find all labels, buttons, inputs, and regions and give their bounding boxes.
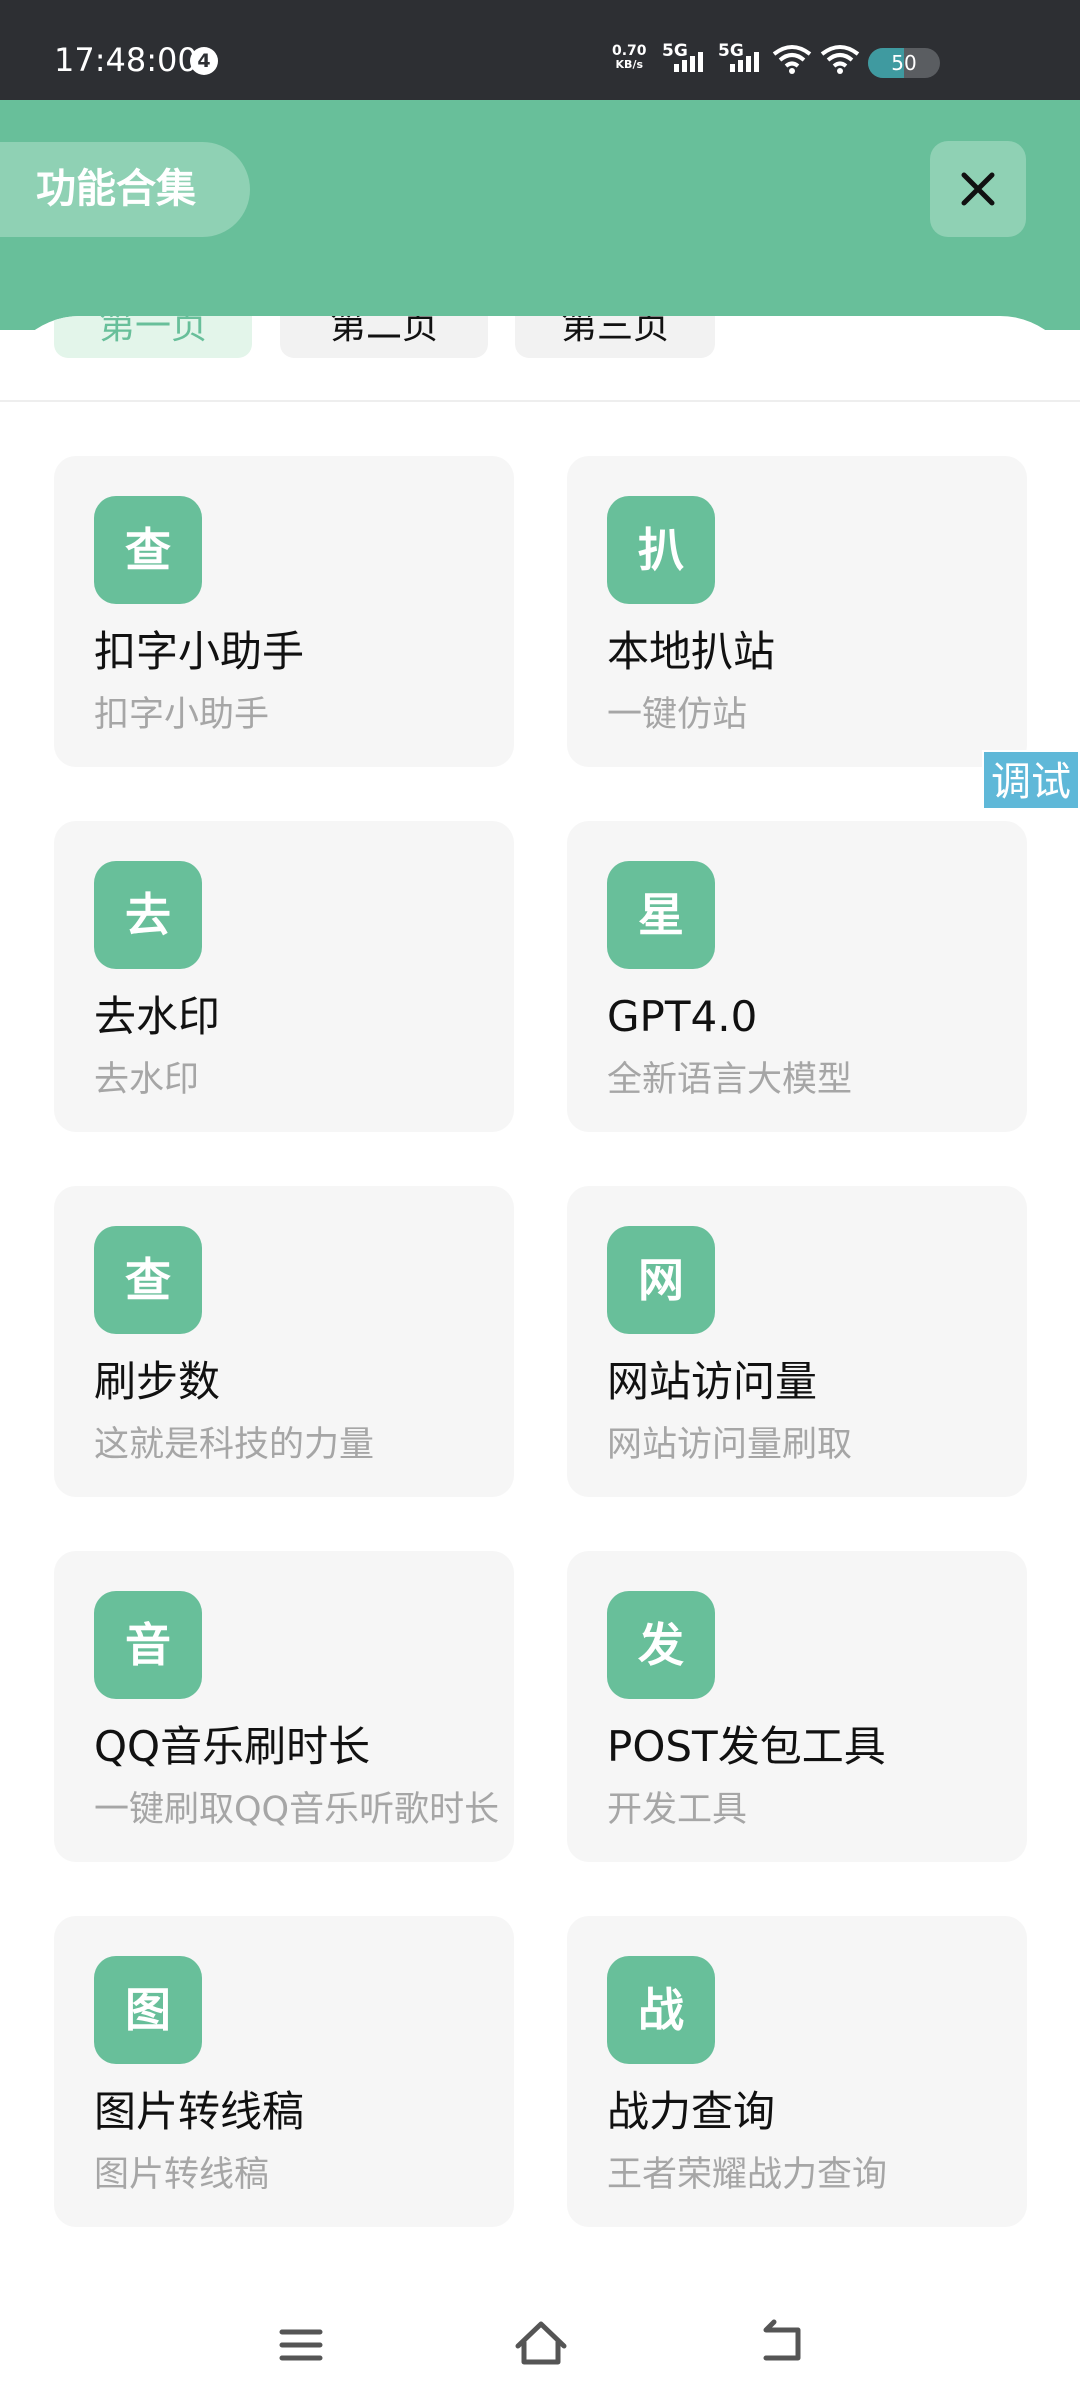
feature-card[interactable]: 查扣字小助手 扣字小助手 [54, 456, 514, 767]
notification-badge: 4 [190, 47, 218, 75]
system-nav-bar [0, 2290, 1080, 2408]
feature-icon: 战 [607, 1956, 715, 2064]
feature-title: 刷步数 [94, 1357, 221, 1406]
status-bar: 17:48:00 4 0.70 KB/s 5G 5G 50 [0, 0, 1080, 100]
feature-icon: 查 [94, 496, 202, 604]
debug-button[interactable]: 调试 [982, 750, 1080, 810]
feature-icon: 图 [94, 1956, 202, 2064]
feature-card[interactable]: 扒本地扒站 一键仿站 [567, 456, 1027, 767]
feature-card[interactable]: 星 GPT4.0 全新语言大模型 [567, 821, 1027, 1132]
feature-card[interactable]: 发 POST发包工具开发工具 [567, 1551, 1027, 1862]
feature-card[interactable]: 音 QQ音乐刷时长一键刷取QQ音乐听歌时长 [54, 1551, 514, 1862]
feature-title: POST发包工具 [607, 1722, 886, 1771]
feature-icon: 音 [94, 1591, 202, 1699]
tab-bar: 第一页 第二页 第三页 [0, 316, 1080, 402]
back-button[interactable] [746, 2312, 816, 2372]
status-time: 17:48:00 [54, 41, 198, 79]
network-speed: 0.70 KB/s [612, 44, 647, 71]
feature-card[interactable]: 战战力查询王者荣耀战力查询 [567, 1916, 1027, 2227]
feature-subtitle: 去水印 [94, 1060, 200, 1100]
feature-title: 本地扒站 [607, 627, 776, 676]
tab-page-3[interactable]: 第三页 [515, 316, 715, 358]
feature-icon: 发 [607, 1591, 715, 1699]
battery-indicator: 50 [868, 48, 940, 78]
feature-subtitle: 全新语言大模型 [607, 1060, 853, 1100]
close-button[interactable] [930, 141, 1026, 237]
feature-subtitle: 网站访问量刷取 [607, 1425, 853, 1465]
feature-title: 网站访问量 [607, 1357, 818, 1406]
feature-title: 扣字小助手 [94, 627, 305, 676]
page-title: 功能合集 [0, 142, 250, 237]
tab-page-2[interactable]: 第二页 [280, 316, 488, 358]
network-speed-value: 0.70 [612, 43, 647, 59]
feature-icon: 网 [607, 1226, 715, 1334]
feature-subtitle: 一键仿站 [607, 695, 748, 735]
feature-card[interactable]: 去去水印 去水印 [54, 821, 514, 1132]
feature-subtitle: 一键刷取QQ音乐听歌时长 [94, 1790, 500, 1830]
wifi-hotspot-icon [772, 44, 812, 76]
close-icon [961, 172, 995, 206]
feature-icon: 去 [94, 861, 202, 969]
signal-2-label: 5G [718, 41, 744, 61]
feature-title: GPT4.0 [607, 992, 758, 1041]
feature-title: 图片转线稿 [94, 2087, 305, 2136]
feature-subtitle: 这就是科技的力量 [94, 1425, 375, 1465]
tab-page-1[interactable]: 第一页 [54, 316, 252, 358]
feature-card[interactable]: 图图片转线稿 图片转线稿 [54, 1916, 514, 2227]
feature-subtitle: 王者荣耀战力查询 [607, 2155, 888, 2195]
feature-icon: 查 [94, 1226, 202, 1334]
feature-card[interactable]: 网网站访问量网站访问量刷取 [567, 1186, 1027, 1497]
menu-button[interactable] [266, 2312, 336, 2372]
feature-card[interactable]: 查刷步数这就是科技的力量 [54, 1186, 514, 1497]
content-sheet: 第一页 第二页 第三页 查扣字小助手 扣字小助手扒本地扒站 一键仿站去去水印 去水印星… [0, 316, 1080, 2408]
feature-subtitle: 图片转线稿 [94, 2155, 270, 2195]
wifi-icon [820, 44, 860, 76]
feature-subtitle: 扣字小助手 [94, 695, 270, 735]
menu-icon [279, 2329, 323, 2361]
network-speed-unit: KB/s [615, 58, 644, 71]
home-icon [515, 2321, 567, 2365]
signal-1-label: 5G [662, 41, 688, 61]
battery-level: 50 [891, 51, 917, 75]
feature-icon: 扒 [607, 496, 715, 604]
feature-icon: 星 [607, 861, 715, 969]
feature-title: 去水印 [94, 992, 221, 1041]
home-button[interactable] [506, 2312, 576, 2372]
back-icon [763, 2319, 801, 2361]
feature-title: QQ音乐刷时长 [94, 1722, 371, 1771]
feature-title: 战力查询 [607, 2087, 776, 2136]
feature-subtitle: 开发工具 [607, 1790, 748, 1830]
